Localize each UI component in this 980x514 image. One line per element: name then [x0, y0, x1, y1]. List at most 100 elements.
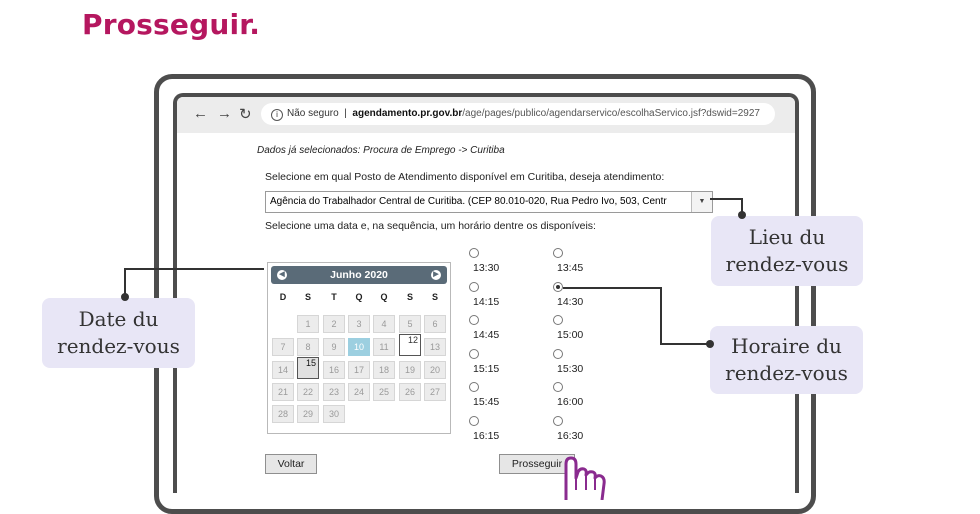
time-label: 13:45: [557, 262, 584, 274]
time-connector: [563, 287, 661, 289]
date-connector-vertical: [124, 268, 126, 296]
calendar-day[interactable]: 28: [272, 405, 294, 423]
calendar-day[interactable]: 20: [424, 361, 446, 379]
browser-window: ← → ↻ i Não seguro | agendamento.pr.gov.b…: [173, 93, 799, 493]
time-radio[interactable]: [553, 248, 563, 258]
calendar-month: Junho 2020: [330, 269, 388, 281]
calendar-day[interactable]: 7: [272, 338, 294, 356]
calendar-day[interactable]: 10: [348, 338, 370, 356]
calendar-day[interactable]: 4: [373, 315, 395, 333]
calendar-day[interactable]: 16: [323, 361, 345, 379]
calendar-day[interactable]: 21: [272, 383, 294, 401]
time-callout-line1: Horaire du: [731, 334, 842, 358]
reload-icon[interactable]: ↻: [239, 105, 252, 123]
location-connector: [710, 198, 743, 200]
time-radio[interactable]: [469, 248, 479, 258]
pointer-hand-icon: [564, 456, 606, 500]
selected-data-text: Dados já selecionados: Procura de Empreg…: [257, 145, 505, 156]
location-connector-dot: [738, 211, 746, 219]
info-icon: i: [271, 109, 283, 121]
time-label: 14:15: [473, 295, 500, 308]
url-host: agendamento.pr.gov.br: [352, 108, 463, 119]
page-heading: Prosseguir.: [82, 8, 261, 41]
time-radio[interactable]: [553, 315, 563, 326]
calendar-day[interactable]: 14: [272, 361, 294, 379]
forward-arrow-icon[interactable]: →: [217, 105, 232, 122]
calendar-day[interactable]: 9: [323, 338, 345, 356]
time-radio[interactable]: [469, 348, 479, 359]
location-callout-line2: rendez-vous: [725, 252, 849, 276]
address-bar[interactable]: i Não seguro | agendamento.pr.gov.br/age/…: [261, 103, 775, 125]
time-radio[interactable]: [469, 315, 479, 326]
weekday-header: Q: [355, 292, 363, 302]
date-prompt: Selecione uma data e, na sequência, um h…: [265, 220, 596, 232]
prev-month-icon[interactable]: ◀: [277, 270, 287, 280]
posto-select[interactable]: Agência do Trabalhador Central de Curiti…: [265, 191, 713, 213]
date-callout: Date du rendez-vous: [42, 298, 195, 368]
time-connector-horizontal: [660, 343, 710, 345]
time-radio[interactable]: [469, 281, 479, 292]
calendar-header: ◀ Junho 2020 ▶: [271, 266, 447, 284]
back-arrow-icon[interactable]: ←: [193, 105, 208, 122]
location-callout: Lieu du rendez-vous: [711, 216, 863, 286]
security-label: Não seguro: [287, 108, 339, 119]
time-label: 16:30: [557, 430, 584, 442]
time-callout-line2: rendez-vous: [725, 361, 848, 385]
calendar-day[interactable]: 30: [323, 405, 345, 423]
calendar-day[interactable]: 26: [399, 383, 421, 401]
calendar-day[interactable]: 1: [297, 315, 319, 333]
calendar-day[interactable]: 22: [297, 383, 319, 401]
time-connector-dot: [706, 340, 714, 348]
weekday-header: S: [431, 292, 438, 302]
time-callout: Horaire du rendez-vous: [710, 326, 863, 394]
date-picker: ◀ Junho 2020 ▶ D S T Q Q S S 1 2 3 4 5 6 7 8 9 10 11 12 13 1…: [267, 262, 451, 434]
date-callout-line1: Date du: [78, 307, 159, 331]
back-button[interactable]: Voltar: [265, 454, 317, 474]
time-radio[interactable]: [553, 348, 563, 359]
calendar-day[interactable]: 29: [297, 405, 319, 423]
calendar-day[interactable]: 8: [297, 338, 319, 356]
time-label: 15:30: [557, 362, 584, 375]
weekday-header: Q: [380, 292, 388, 302]
time-label: 15:15: [473, 362, 500, 375]
calendar-day[interactable]: 23: [323, 383, 345, 401]
time-radio[interactable]: [553, 382, 563, 393]
date-connector-dot: [121, 293, 129, 301]
calendar-day[interactable]: 25: [373, 383, 395, 401]
location-callout-line1: Lieu du: [748, 225, 826, 249]
time-label: 13:30: [473, 262, 500, 274]
calendar-day[interactable]: 24: [348, 383, 370, 401]
next-month-icon[interactable]: ▶: [431, 270, 441, 280]
time-label: 16:15: [473, 430, 500, 442]
time-label: 14:45: [473, 329, 500, 342]
calendar-day[interactable]: 3: [348, 315, 370, 333]
date-callout-line2: rendez-vous: [57, 334, 180, 358]
time-label: 16:00: [557, 396, 584, 409]
calendar-day[interactable]: 6: [424, 315, 446, 333]
time-radio[interactable]: [469, 416, 479, 426]
time-radio[interactable]: [469, 382, 479, 393]
calendar-day[interactable]: 5: [399, 315, 421, 333]
url-path: /age/pages/publico/agendarservico/escolh…: [462, 108, 760, 119]
dropdown-arrow-icon[interactable]: ▼: [691, 192, 712, 212]
time-radio[interactable]: [553, 281, 563, 292]
weekday-header: D: [279, 292, 287, 302]
calendar-day[interactable]: 18: [373, 361, 395, 379]
time-connector-vertical: [660, 287, 662, 345]
calendar-day[interactable]: 12: [399, 334, 421, 356]
weekday-header: S: [406, 292, 413, 302]
calendar-day[interactable]: 2: [323, 315, 345, 333]
calendar-day[interactable]: 17: [348, 361, 370, 379]
calendar-day[interactable]: 27: [424, 383, 446, 401]
calendar-day[interactable]: 11: [373, 338, 395, 356]
posto-select-value: Agência do Trabalhador Central de Curiti…: [270, 196, 667, 207]
time-label: 15:45: [473, 396, 500, 409]
calendar-day[interactable]: 19: [399, 361, 421, 379]
time-radio[interactable]: [553, 416, 563, 426]
time-label: 15:00: [557, 329, 584, 342]
date-connector: [124, 268, 264, 270]
time-label: 14:30: [557, 295, 584, 308]
weekday-header: S: [304, 292, 311, 302]
calendar-day[interactable]: 15: [297, 357, 319, 379]
calendar-day[interactable]: 13: [424, 338, 446, 356]
